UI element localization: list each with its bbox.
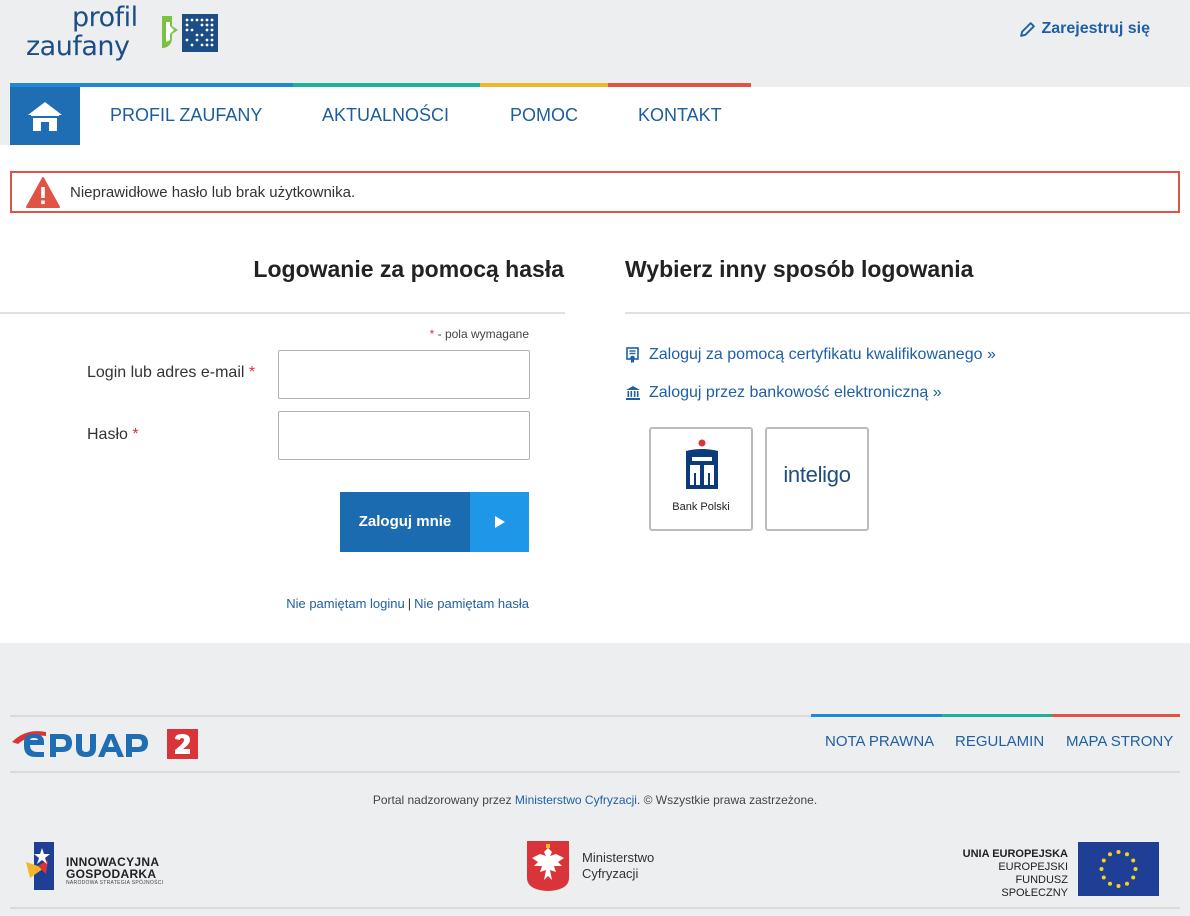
pko-bp-logo-icon bbox=[686, 439, 718, 489]
copyright-text: Portal nadzorowany przez Ministerstwo Cy… bbox=[0, 793, 1190, 807]
password-field-label: Hasło * bbox=[87, 426, 139, 444]
password-input[interactable] bbox=[278, 411, 530, 460]
other-login-heading: Wybierz inny sposób logowania bbox=[625, 256, 974, 282]
profil-zaufany-emblem-icon bbox=[162, 14, 218, 52]
forgot-login-link[interactable]: Nie pamiętam loginu bbox=[286, 596, 405, 611]
eu-star-icon bbox=[1116, 884, 1121, 888]
innowacyjna-gospodarka-logo[interactable]: INNOWACYJNA GOSPODARKA NARODOWA STRATEGI… bbox=[26, 842, 186, 892]
divider-left bbox=[0, 312, 565, 314]
divider-right bbox=[625, 312, 1190, 314]
certificate-login-link[interactable]: Zaloguj za pomocą certyfikatu kwalifikow… bbox=[625, 346, 996, 364]
main-content: Nieprawidłowe hasło lub brak użytkownika… bbox=[0, 145, 1190, 643]
mc-line-2: Cyfryzacji bbox=[582, 866, 639, 881]
epuap-logo-icon[interactable] bbox=[12, 726, 202, 762]
footer-link-regulamin[interactable]: REGULAMIN bbox=[955, 733, 1044, 750]
footer-link-nota-prawna[interactable]: NOTA PRAWNA bbox=[825, 733, 934, 750]
pencil-icon bbox=[1019, 21, 1035, 37]
required-fields-note: * - pola wymagane bbox=[430, 327, 529, 341]
ministerstwo-cyfryzacji-logo[interactable]: Ministerstwo Cyfryzacji bbox=[526, 840, 686, 892]
profil-zaufany-logo[interactable]: profil zaufany bbox=[26, 3, 138, 61]
eu-star-icon bbox=[1116, 850, 1121, 854]
nav-item-pomoc[interactable]: POMOC bbox=[510, 87, 578, 145]
bank-login-label: Zaloguj przez bankowość elektroniczną » bbox=[649, 384, 942, 401]
logo-line-1: profil bbox=[72, 2, 138, 33]
footer-stripe-red bbox=[1052, 714, 1180, 717]
eu-star-icon bbox=[1131, 875, 1136, 880]
footer-divider-bottom bbox=[10, 907, 1180, 909]
login-field-label: Login lub adres e-mail * bbox=[87, 364, 255, 382]
ministry-link[interactable]: Ministerstwo Cyfryzacji bbox=[515, 793, 637, 807]
login-label-text: Login lub adres e-mail bbox=[87, 364, 245, 381]
eu-line-3: FUNDUSZ SPOŁECZNY bbox=[1001, 874, 1068, 899]
eu-star-icon bbox=[1125, 881, 1129, 886]
footer-link-mapa-strony[interactable]: MAPA STRONY bbox=[1066, 733, 1173, 750]
login-input[interactable] bbox=[278, 350, 530, 399]
home-button[interactable] bbox=[10, 87, 80, 145]
polish-eagle-icon bbox=[527, 841, 569, 891]
eu-star-icon bbox=[1101, 858, 1106, 863]
ig-line-2: GOSPODARKA bbox=[66, 867, 157, 881]
nav-item-kontakt[interactable]: KONTAKT bbox=[638, 87, 722, 145]
eu-star-icon bbox=[1125, 852, 1129, 857]
required-note-text: - pola wymagane bbox=[434, 327, 529, 341]
required-star: * bbox=[132, 426, 139, 443]
innowacyjna-gospodarka-emblem-icon bbox=[26, 842, 54, 890]
eu-star-icon bbox=[1133, 867, 1138, 871]
eu-fund-logo[interactable]: UNIA EUROPEJSKA EUROPEJSKI FUNDUSZ SPOŁE… bbox=[950, 842, 1160, 899]
eu-star-icon bbox=[1131, 858, 1136, 863]
main-navigation: PROFIL ZAUFANY AKTUALNOŚCI POMOC KONTAKT bbox=[10, 87, 1190, 145]
footer-stripe-teal bbox=[942, 714, 1052, 717]
footer-divider-middle bbox=[10, 771, 1180, 773]
copyright-suffix: . © Wszystkie prawa zastrzeżone. bbox=[636, 793, 818, 807]
inteligo-logo-text: inteligo bbox=[783, 462, 851, 487]
pko-caption: Bank Polski bbox=[672, 501, 730, 513]
eu-title: UNIA EUROPEJSKA EUROPEJSKI FUNDUSZ SPOŁE… bbox=[950, 848, 1068, 900]
play-arrow-icon bbox=[470, 492, 529, 552]
footer-divider-top bbox=[10, 715, 811, 717]
certificate-login-label: Zaloguj za pomocą certyfikatu kwalifikow… bbox=[649, 346, 996, 363]
eu-star-icon bbox=[1108, 852, 1112, 857]
forgot-password-link[interactable]: Nie pamiętam hasła bbox=[414, 596, 529, 611]
nav-item-aktualnosci[interactable]: AKTUALNOŚCI bbox=[322, 87, 449, 145]
eu-star-icon bbox=[1099, 867, 1104, 871]
footer-color-stripes bbox=[811, 714, 1180, 717]
site-header: profil zaufany Zarejestruj się bbox=[0, 0, 1190, 83]
mc-title: Ministerstwo Cyfryzacji bbox=[582, 850, 654, 882]
bank-login-link[interactable]: Zaloguj przez bankowość elektroniczną » bbox=[625, 384, 942, 402]
eu-flag-icon bbox=[1078, 842, 1159, 896]
error-message: Nieprawidłowe hasło lub brak użytkownika… bbox=[70, 184, 356, 201]
certificate-icon bbox=[626, 347, 639, 363]
login-submit-label: Zaloguj mnie bbox=[340, 492, 470, 552]
error-alert: Nieprawidłowe hasło lub brak użytkownika… bbox=[10, 171, 1180, 213]
bank-tile-inteligo[interactable]: inteligo bbox=[765, 427, 869, 531]
register-link[interactable]: Zarejestruj się bbox=[1019, 20, 1151, 38]
login-submit-button[interactable]: Zaloguj mnie bbox=[340, 492, 529, 552]
required-star: * bbox=[248, 364, 256, 381]
eu-star-icon bbox=[1101, 875, 1106, 880]
forgot-separator: | bbox=[407, 596, 412, 611]
nav-item-profil-zaufany[interactable]: PROFIL ZAUFANY bbox=[110, 87, 262, 145]
logo-line-2: zaufany bbox=[26, 31, 130, 62]
ig-subtitle: NARODOWA STRATEGIA SPÓJNOŚCI bbox=[66, 880, 164, 886]
password-login-heading: Logowanie za pomocą hasła bbox=[253, 256, 564, 282]
forgot-links: Nie pamiętam loginu | Nie pamiętam hasła bbox=[286, 596, 529, 611]
eu-star-icon bbox=[1108, 881, 1112, 886]
password-label-text: Hasło bbox=[87, 426, 128, 443]
register-label: Zarejestruj się bbox=[1041, 20, 1151, 37]
footer-stripe-blue bbox=[811, 714, 942, 717]
warning-icon bbox=[26, 177, 60, 208]
bank-tile-pko[interactable]: Bank Polski bbox=[649, 427, 753, 531]
eu-line-1: UNIA EUROPEJSKA bbox=[962, 848, 1068, 860]
eu-line-2: EUROPEJSKI bbox=[998, 861, 1068, 873]
copyright-prefix: Portal nadzorowany przez bbox=[372, 793, 515, 807]
ig-title: INNOWACYJNA GOSPODARKA bbox=[66, 856, 159, 880]
bank-icon bbox=[626, 386, 640, 400]
home-icon bbox=[28, 102, 62, 131]
mc-line-1: Ministerstwo bbox=[582, 850, 655, 865]
